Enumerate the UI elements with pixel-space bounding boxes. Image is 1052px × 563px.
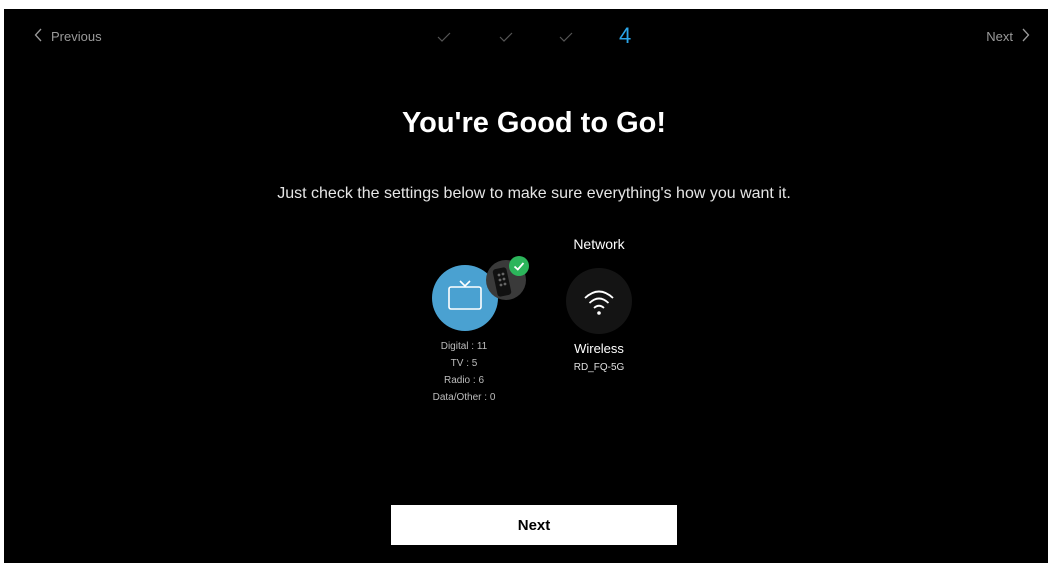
next-nav-button[interactable]: Next xyxy=(986,28,1030,45)
data-other-count: Data/Other : 0 xyxy=(432,392,496,403)
channels-summary: Digital : 11 TV : 5 Radio : 6 Data/Other… xyxy=(404,256,529,409)
step-indicator: 4 xyxy=(429,21,649,51)
next-button[interactable]: Next xyxy=(391,505,677,545)
chevron-right-icon xyxy=(1021,28,1030,45)
network-type: Wireless xyxy=(574,341,624,356)
network-ssid: RD_FQ-5G xyxy=(573,362,625,373)
network-title: Network xyxy=(573,236,625,252)
chevron-left-icon xyxy=(34,28,43,45)
wifi-icon xyxy=(566,268,632,334)
radio-count: Radio : 6 xyxy=(443,375,485,386)
setup-screen: Previous 4 Next You're Good to Go! Just … xyxy=(4,9,1048,563)
next-nav-label: Next xyxy=(986,29,1013,44)
channel-stats: Digital : 11 TV : 5 Radio : 6 Data/Other… xyxy=(404,338,524,406)
step-3-check-icon xyxy=(559,29,573,47)
previous-button[interactable]: Previous xyxy=(34,28,102,45)
check-icon xyxy=(509,256,529,276)
network-summary: Network Wireless RD_FQ-5G xyxy=(549,235,649,385)
tv-count: TV : 5 xyxy=(450,358,478,369)
page-title: You're Good to Go! xyxy=(401,107,667,139)
previous-label: Previous xyxy=(51,29,102,44)
page-subtitle: Just check the settings below to make su… xyxy=(277,185,791,202)
step-1-check-icon xyxy=(437,29,451,47)
step-2-check-icon xyxy=(499,29,513,47)
current-step-number: 4 xyxy=(619,23,632,48)
digital-count: Digital : 11 xyxy=(440,341,488,352)
